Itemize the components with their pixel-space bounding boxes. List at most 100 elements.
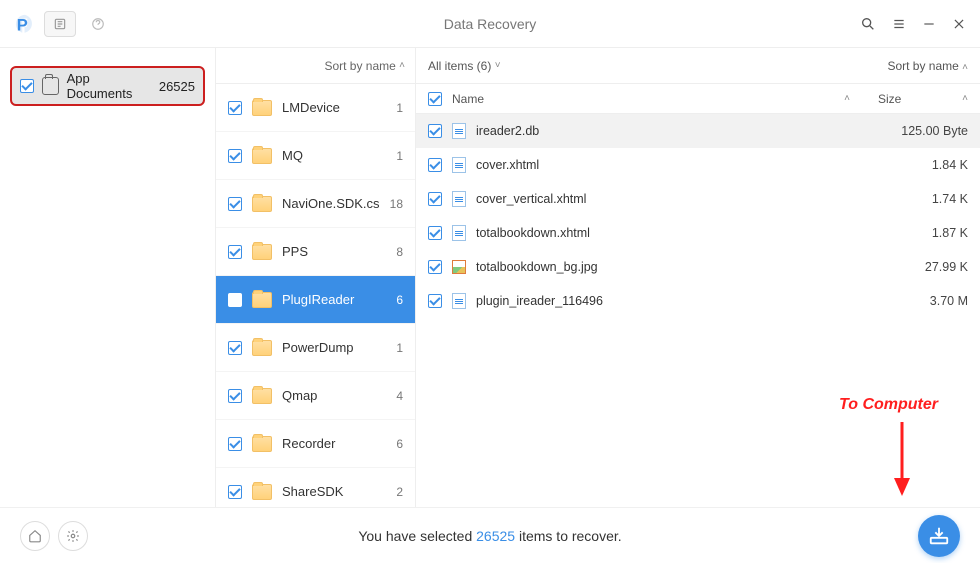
file-header: All items (6) ˅ Sort by name ˄ <box>416 48 980 84</box>
file-row[interactable]: totalbookdown.xhtml1.87 K <box>416 216 980 250</box>
file-size: 1.74 K <box>878 192 968 206</box>
file-checkbox[interactable] <box>428 158 442 172</box>
chevron-down-icon[interactable]: ˅ <box>495 60 501 71</box>
folder-column: Sort by name ˄ LMDevice1MQ1NaviOne.SDK.c… <box>215 48 415 507</box>
all-items-label[interactable]: All items (6) <box>428 59 491 73</box>
chevron-up-icon: ˄ <box>962 93 968 104</box>
chevron-up-icon: ˄ <box>844 93 850 104</box>
folder-checkbox[interactable] <box>228 485 242 499</box>
folder-checkbox[interactable] <box>228 389 242 403</box>
folder-list[interactable]: LMDevice1MQ1NaviOne.SDK.cs18PPS8PlugIRea… <box>216 84 415 507</box>
folder-name: NaviOne.SDK.cs <box>282 196 380 211</box>
download-icon <box>928 525 950 547</box>
folder-count: 6 <box>396 293 403 307</box>
folder-name: Qmap <box>282 388 317 403</box>
file-column: All items (6) ˅ Sort by name ˄ Name˄ Siz… <box>415 48 980 507</box>
folder-count: 18 <box>390 197 403 211</box>
left-column: App Documents 26525 <box>0 48 215 507</box>
file-name: cover_vertical.xhtml <box>476 192 868 206</box>
file-name: totalbookdown_bg.jpg <box>476 260 868 274</box>
folder-icon <box>252 244 272 260</box>
folder-count: 2 <box>396 485 403 499</box>
menu-icon[interactable] <box>892 17 906 31</box>
document-file-icon <box>452 157 466 173</box>
chevron-up-icon: ˄ <box>962 62 968 73</box>
folder-item[interactable]: PowerDump 1 <box>216 324 415 372</box>
file-row[interactable]: ireader2.db 125.00 Byte <box>416 114 980 148</box>
folder-name: PlugIReader <box>282 292 354 307</box>
folder-count: 1 <box>396 341 403 355</box>
toolbar-btn-1[interactable] <box>44 11 76 37</box>
folder-checkbox[interactable] <box>228 101 242 115</box>
close-icon[interactable] <box>952 17 966 31</box>
file-size: 3.70 M <box>878 294 968 308</box>
document-file-icon <box>452 293 466 309</box>
file-size: 27.99 K <box>878 260 968 274</box>
folder-checkbox[interactable] <box>228 197 242 211</box>
title-bar: P Data Recovery <box>0 0 980 48</box>
footer-message: You have selected 26525 items to recover… <box>358 528 621 544</box>
export-to-computer-button[interactable] <box>918 515 960 557</box>
svg-text:P: P <box>17 16 28 34</box>
folder-icon <box>252 436 272 452</box>
folder-count: 1 <box>396 149 403 163</box>
folder-icon <box>252 100 272 116</box>
folder-name: LMDevice <box>282 100 340 115</box>
folder-name: ShareSDK <box>282 484 343 499</box>
file-sort[interactable]: Sort by name ˄ <box>887 59 968 73</box>
folder-item[interactable]: NaviOne.SDK.cs 18 <box>216 180 415 228</box>
folder-name: PowerDump <box>282 340 354 355</box>
folder-count: 4 <box>396 389 403 403</box>
main-content: App Documents 26525 Sort by name ˄ LMDev… <box>0 48 980 507</box>
file-size: 1.87 K <box>878 226 968 240</box>
document-file-icon <box>452 123 466 139</box>
folder-item[interactable]: PPS8 <box>216 228 415 276</box>
folder-item[interactable]: Recorder6 <box>216 420 415 468</box>
file-checkbox[interactable] <box>428 192 442 206</box>
folder-sort-header[interactable]: Sort by name ˄ <box>216 48 415 84</box>
file-checkbox[interactable] <box>428 124 442 138</box>
file-list[interactable]: ireader2.db125.00 Bytecover.xhtml1.84 Kc… <box>416 114 980 507</box>
folder-checkbox[interactable] <box>228 437 242 451</box>
appdoc-checkbox[interactable] <box>20 79 34 93</box>
file-checkbox[interactable] <box>428 226 442 240</box>
folder-item[interactable]: LMDevice1 <box>216 84 415 132</box>
app-documents-category[interactable]: App Documents 26525 <box>10 66 205 106</box>
file-row[interactable]: plugin_ireader_116496 3.70 M <box>416 284 980 318</box>
folder-item[interactable]: MQ 1 <box>216 132 415 180</box>
folder-icon <box>252 484 272 500</box>
folder-name: MQ <box>282 148 303 163</box>
folder-item[interactable]: PlugIReader 6 <box>216 276 415 324</box>
settings-button[interactable] <box>58 521 88 551</box>
file-checkbox[interactable] <box>428 260 442 274</box>
folder-item[interactable]: ShareSDK 2 <box>216 468 415 507</box>
folder-checkbox[interactable] <box>228 293 242 307</box>
document-file-icon <box>452 191 466 207</box>
file-row[interactable]: totalbookdown_bg.jpg 27.99 K <box>416 250 980 284</box>
name-column-header[interactable]: Name˄ <box>452 92 868 106</box>
toolbar-btn-2[interactable] <box>82 11 114 37</box>
folder-checkbox[interactable] <box>228 245 242 259</box>
folder-checkbox[interactable] <box>228 341 242 355</box>
file-name: plugin_ireader_116496 <box>476 294 868 308</box>
home-button[interactable] <box>20 521 50 551</box>
folder-item[interactable]: Qmap 4 <box>216 372 415 420</box>
window-title: Data Recovery <box>444 16 537 32</box>
image-file-icon <box>452 260 466 274</box>
file-row[interactable]: cover.xhtml1.84 K <box>416 148 980 182</box>
folder-icon <box>252 388 272 404</box>
folder-icon <box>252 340 272 356</box>
folder-checkbox[interactable] <box>228 149 242 163</box>
file-size: 1.84 K <box>878 158 968 172</box>
file-name: ireader2.db <box>476 124 868 138</box>
select-all-checkbox[interactable] <box>428 92 442 106</box>
file-row[interactable]: cover_vertical.xhtml 1.74 K <box>416 182 980 216</box>
minimize-icon[interactable] <box>922 17 936 31</box>
file-checkbox[interactable] <box>428 294 442 308</box>
folder-icon <box>252 196 272 212</box>
size-column-header[interactable]: Size˄ <box>878 92 968 106</box>
footer-bar: You have selected 26525 items to recover… <box>0 507 980 563</box>
search-icon[interactable] <box>860 16 876 32</box>
folder-count: 8 <box>396 245 403 259</box>
file-size: 125.00 Byte <box>878 124 968 138</box>
